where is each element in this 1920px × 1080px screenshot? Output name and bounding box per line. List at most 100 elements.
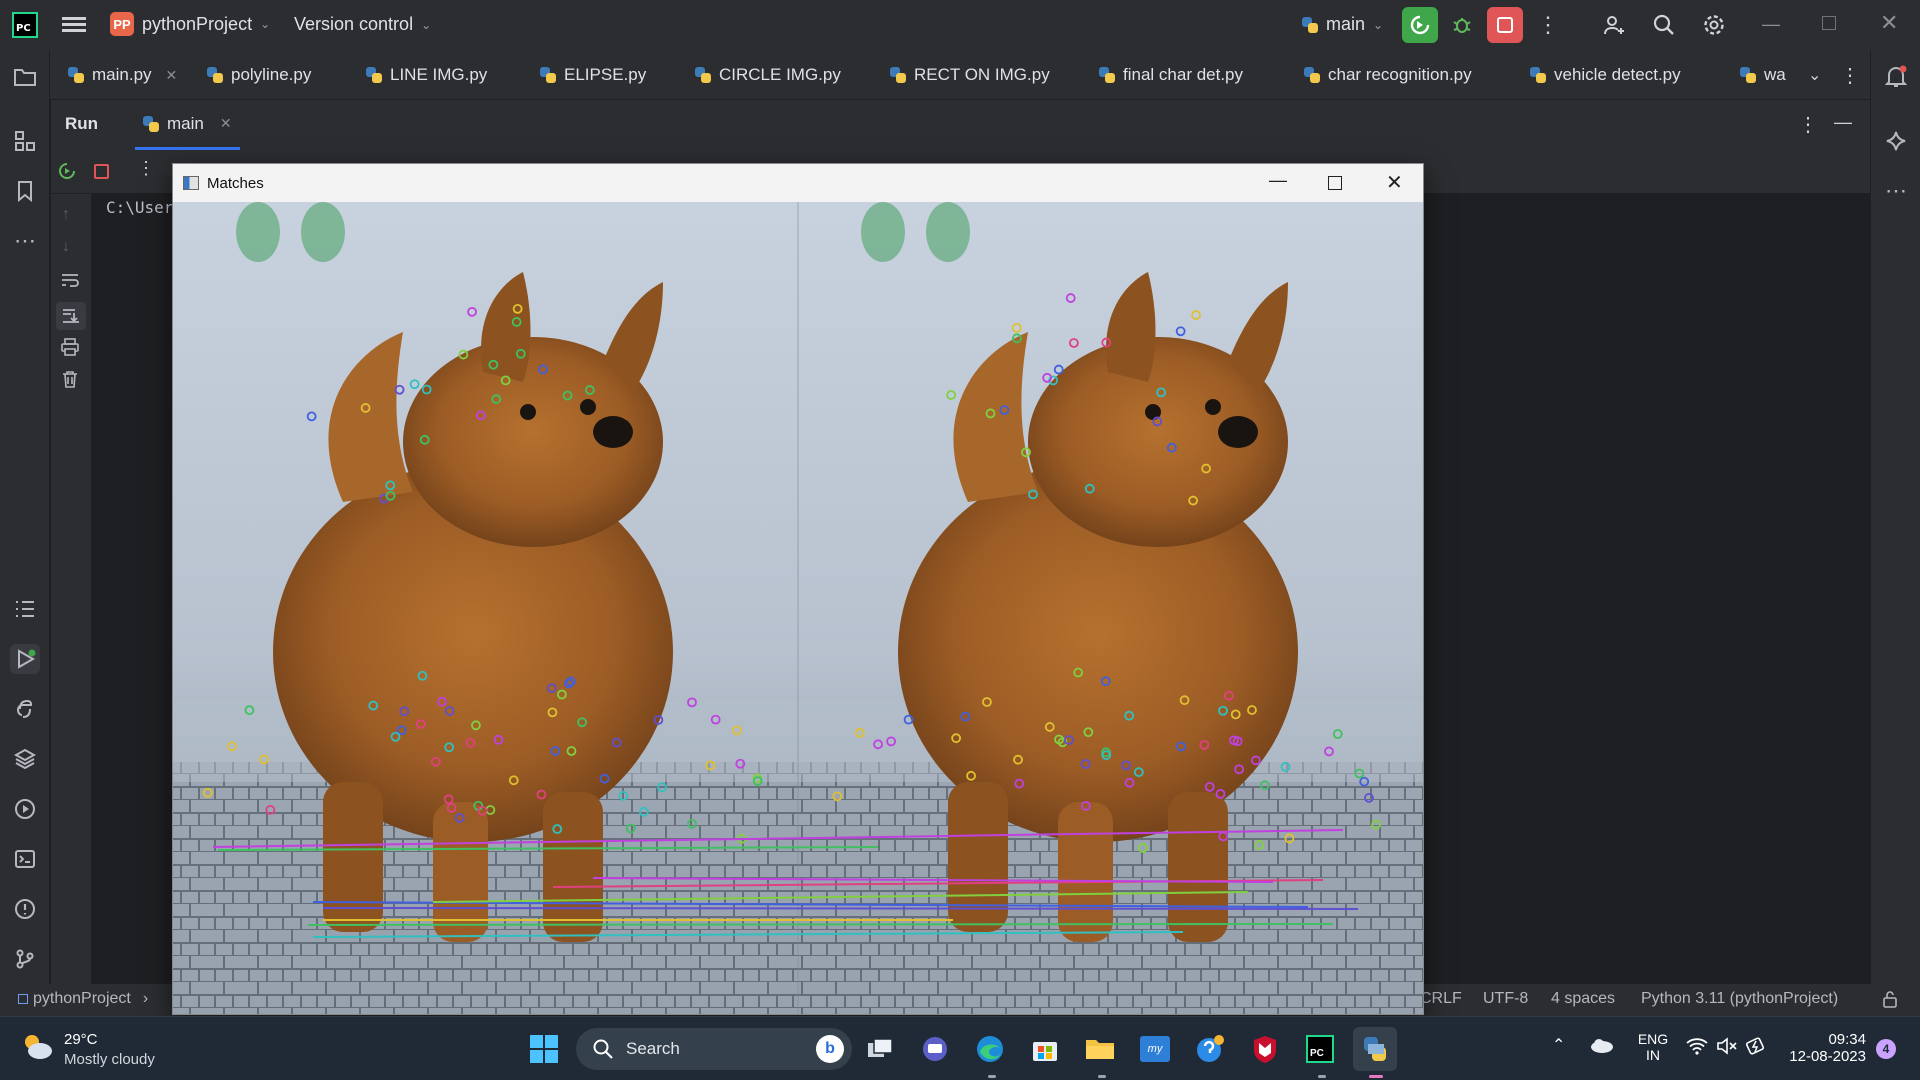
rerun-icon[interactable] — [57, 161, 77, 186]
tab-line-img[interactable]: LINE IMG.py — [366, 50, 487, 100]
get-help-button[interactable] — [1188, 1027, 1232, 1071]
maximize-icon[interactable] — [1328, 176, 1342, 190]
battery-charging-icon[interactable] — [1745, 1037, 1768, 1060]
tab-label: ELIPSE.py — [564, 65, 647, 84]
tab-elipse[interactable]: ELIPSE.py — [540, 50, 646, 100]
tab-char-recognition[interactable]: char recognition.py — [1304, 50, 1472, 100]
soft-wrap-icon[interactable] — [61, 272, 79, 293]
running-app-indicator — [988, 1075, 996, 1078]
edge-browser-button[interactable] — [968, 1027, 1012, 1071]
stop-button[interactable] — [1487, 7, 1523, 43]
project-folder-icon[interactable] — [10, 62, 40, 92]
file-explorer-button[interactable] — [1078, 1027, 1122, 1071]
teams-chat-button[interactable] — [913, 1027, 957, 1071]
more-tools-icon[interactable]: ⋯ — [10, 226, 40, 256]
python-packages-icon[interactable] — [10, 744, 40, 774]
status-breadcrumb[interactable]: pythonProject › — [18, 990, 148, 1008]
more-actions-icon[interactable]: ⋮ — [137, 158, 155, 179]
git-icon[interactable] — [10, 944, 40, 974]
pycharm-taskbar-button[interactable]: PC — [1298, 1027, 1342, 1071]
tab-overflow[interactable]: wa — [1740, 50, 1792, 100]
matches-window[interactable]: Matches — ✕ — [172, 163, 1424, 1015]
taskbar-search-box[interactable]: Search b — [576, 1028, 852, 1070]
hide-panel-button[interactable]: — — [1834, 112, 1852, 133]
python-console-icon[interactable] — [10, 694, 40, 724]
show-hidden-icons-chevron-icon[interactable]: ⌃ — [1552, 1035, 1565, 1055]
bing-chat-icon[interactable]: b — [816, 1035, 844, 1063]
close-window-button[interactable]: ✕ — [1880, 10, 1898, 36]
stop-icon[interactable] — [94, 164, 109, 179]
tab-more-button[interactable]: ⋮ — [1840, 50, 1860, 100]
scroll-to-end-icon[interactable] — [56, 302, 86, 330]
close-tab-icon[interactable]: ✕ — [220, 115, 232, 132]
close-icon[interactable]: ✕ — [1386, 170, 1403, 195]
mcafee-button[interactable]: my — [1133, 1027, 1177, 1071]
indent-setting[interactable]: 4 spaces — [1551, 990, 1615, 1008]
python-interpreter[interactable]: Python 3.11 (pythonProject) — [1641, 990, 1838, 1008]
tab-rect-on-img[interactable]: RECT ON IMG.py — [890, 50, 1050, 100]
minimize-window-button[interactable]: — — [1762, 14, 1780, 35]
trash-icon[interactable] — [62, 370, 78, 393]
python-taskbar-button[interactable] — [1353, 1027, 1397, 1071]
python-icon — [1364, 1037, 1386, 1061]
task-view-button[interactable] — [858, 1027, 902, 1071]
more-actions-button[interactable]: ⋮ — [1530, 7, 1566, 43]
search-everywhere-button[interactable] — [1646, 7, 1682, 43]
close-tab-icon[interactable]: ✕ — [166, 67, 178, 84]
chevron-right-icon: › — [142, 990, 149, 1007]
services-icon[interactable] — [10, 794, 40, 824]
volume-muted-icon[interactable] — [1716, 1037, 1738, 1060]
tab-label: LINE IMG.py — [390, 65, 488, 84]
terminal-icon[interactable] — [10, 844, 40, 874]
run-tool-icon[interactable] — [10, 644, 40, 674]
print-icon[interactable] — [61, 338, 79, 361]
tab-main-py[interactable]: main.py ✕ — [68, 50, 177, 100]
tab-polyline[interactable]: polyline.py — [207, 50, 311, 100]
settings-button[interactable] — [1696, 7, 1732, 43]
tab-circle-img[interactable]: CIRCLE IMG.py — [695, 50, 841, 100]
bookmarks-icon[interactable] — [10, 176, 40, 206]
panel-options-button[interactable]: ⋮ — [1798, 112, 1818, 137]
add-user-button[interactable] — [1596, 7, 1632, 43]
tab-final-char-det[interactable]: final char det.py — [1099, 50, 1243, 100]
wifi-icon[interactable] — [1686, 1037, 1708, 1060]
scroll-down-icon[interactable]: ↓ — [62, 238, 70, 256]
scroll-up-icon[interactable]: ↑ — [62, 206, 70, 224]
restore-window-button[interactable] — [1822, 16, 1836, 30]
chevron-down-icon: ⌄ — [1373, 17, 1384, 32]
clock[interactable]: 09:34 12-08-2023 — [1786, 1031, 1866, 1065]
run-config-selector[interactable]: main ⌄ — [1302, 14, 1383, 35]
project-selector[interactable]: PP pythonProject ⌄ — [110, 12, 270, 36]
match-line — [307, 923, 1334, 926]
edge-icon — [977, 1036, 1003, 1062]
minimize-icon[interactable]: — — [1269, 170, 1287, 191]
debug-button[interactable] — [1444, 7, 1480, 43]
problems-icon[interactable] — [10, 894, 40, 924]
mcafee-security-button[interactable] — [1243, 1027, 1287, 1071]
start-button[interactable] — [522, 1027, 566, 1071]
rerun-button[interactable] — [1402, 7, 1438, 43]
editor-tab-bar: main.py ✕ polyline.py LINE IMG.py ELIPSE… — [50, 50, 1870, 100]
todo-list-icon[interactable] — [10, 594, 40, 624]
tab-vehicle-detect[interactable]: vehicle detect.py — [1530, 50, 1681, 100]
notifications-icon[interactable] — [1881, 62, 1911, 92]
structure-icon[interactable] — [10, 126, 40, 156]
more-tools-icon[interactable]: ⋯ — [1881, 176, 1911, 206]
file-encoding[interactable]: UTF-8 — [1483, 990, 1528, 1008]
tab-list-chevron-icon[interactable]: ⌄ — [1808, 50, 1821, 100]
version-control-menu[interactable]: Version control ⌄ — [294, 14, 431, 35]
ai-assistant-icon[interactable] — [1881, 126, 1911, 156]
run-config-tab[interactable]: main ✕ — [135, 100, 240, 150]
weather-widget[interactable] — [20, 1031, 54, 1066]
lock-icon[interactable] — [1882, 990, 1898, 1013]
right-tool-strip: ⋯ — [1870, 50, 1920, 984]
language-indicator[interactable]: ENG IN — [1636, 1031, 1670, 1063]
run-panel-header: Run main ✕ ⋮ — — [51, 100, 1870, 150]
microsoft-store-button[interactable] — [1023, 1027, 1067, 1071]
matches-window-titlebar[interactable]: Matches — ✕ — [173, 164, 1423, 202]
main-menu-icon[interactable] — [62, 14, 86, 36]
line-ending[interactable]: CRLF — [1420, 990, 1462, 1008]
notification-count-badge[interactable]: 4 — [1876, 1039, 1896, 1059]
help-icon — [1197, 1035, 1224, 1062]
onedrive-icon[interactable] — [1590, 1037, 1614, 1058]
